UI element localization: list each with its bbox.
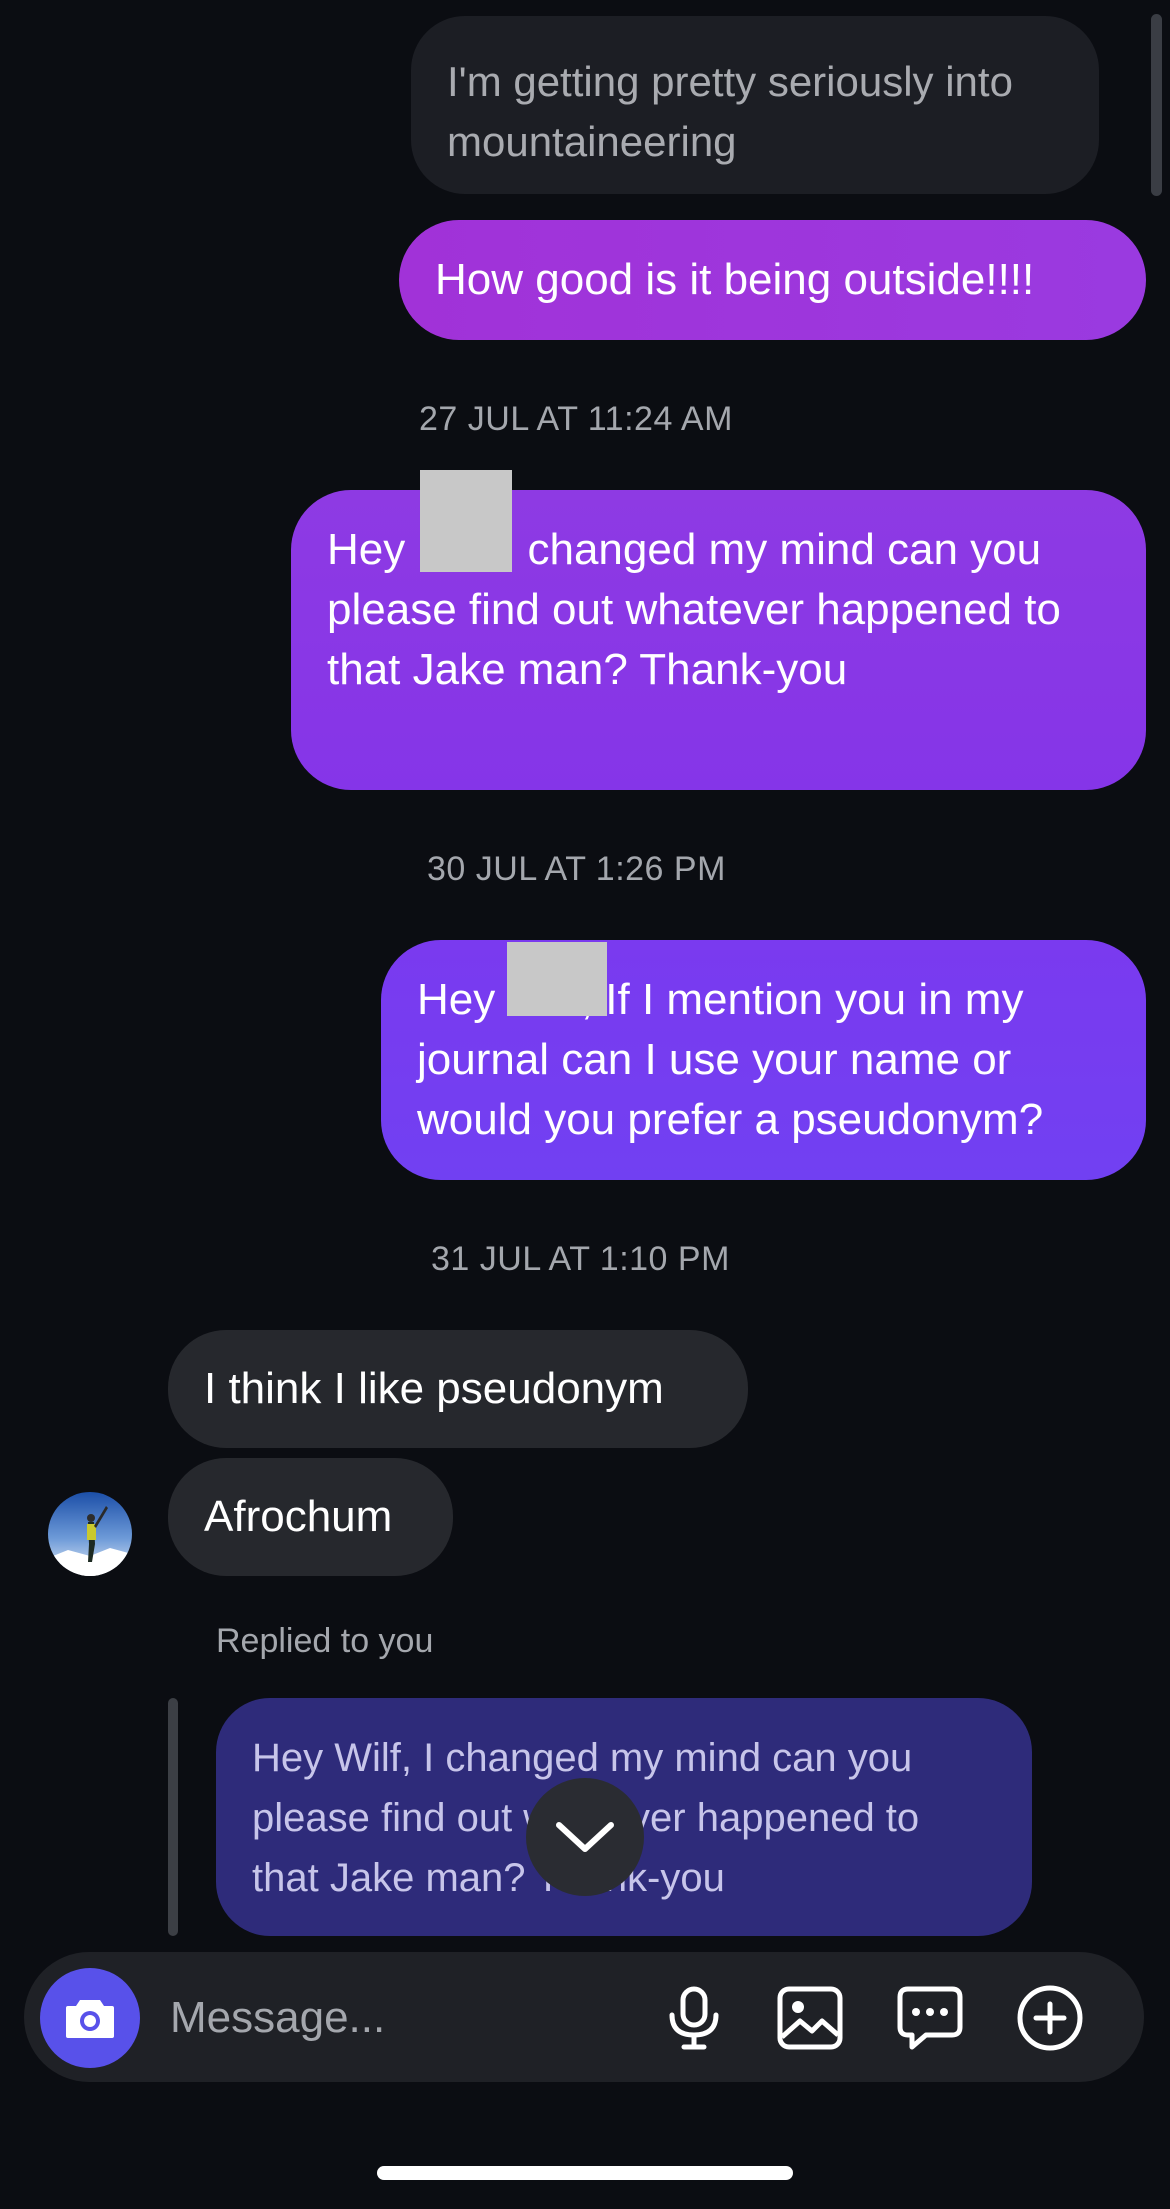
sticker-button[interactable]: [894, 1982, 966, 2054]
scrollbar[interactable]: [1151, 14, 1162, 196]
timestamp: 30 JUL AT 1:26 PM: [427, 850, 726, 888]
more-options-button[interactable]: [1014, 1982, 1086, 2054]
camera-button[interactable]: [40, 1968, 140, 2068]
reply-indicator-bar: [168, 1698, 178, 1936]
gallery-button[interactable]: [774, 1982, 846, 2054]
home-indicator[interactable]: [377, 2166, 793, 2180]
scroll-to-bottom-button[interactable]: [526, 1778, 644, 1896]
microphone-icon: [669, 1986, 719, 2050]
chevron-down-icon: [556, 1822, 614, 1852]
message-bubble-sent[interactable]: Hey , If I mention you in my journal can…: [381, 940, 1146, 1180]
avatar[interactable]: [48, 1492, 132, 1576]
gallery-icon: [777, 1986, 843, 2050]
plus-circle-icon: [1017, 1985, 1083, 2051]
avatar-image: [48, 1492, 132, 1576]
message-composer: [24, 1952, 1144, 2082]
message-text: Afrochum: [204, 1492, 393, 1541]
message-text: How good is it being outside!!!!: [435, 255, 1035, 304]
message-bubble-received[interactable]: Afrochum: [168, 1458, 453, 1576]
timestamp: 31 JUL AT 1:10 PM: [431, 1240, 730, 1278]
message-bubble-sent[interactable]: I'm getting pretty seriously into mounta…: [411, 16, 1099, 194]
redaction-box: [507, 942, 607, 1016]
message-bubble-received[interactable]: I think I like pseudonym: [168, 1330, 748, 1448]
redaction-box: [420, 470, 512, 572]
message-input[interactable]: [168, 1982, 632, 2054]
message-bubble-sent[interactable]: How good is it being outside!!!!: [399, 220, 1146, 340]
camera-icon: [66, 2000, 114, 2038]
chat-bubble-icon: [897, 1986, 963, 2050]
timestamp: 27 JUL AT 11:24 AM: [419, 400, 733, 438]
voice-message-button[interactable]: [658, 1982, 730, 2054]
replied-label: Replied to you: [216, 1622, 434, 1660]
message-text: I'm getting pretty seriously into mounta…: [447, 58, 1025, 165]
message-text: I think I like pseudonym: [204, 1364, 664, 1413]
